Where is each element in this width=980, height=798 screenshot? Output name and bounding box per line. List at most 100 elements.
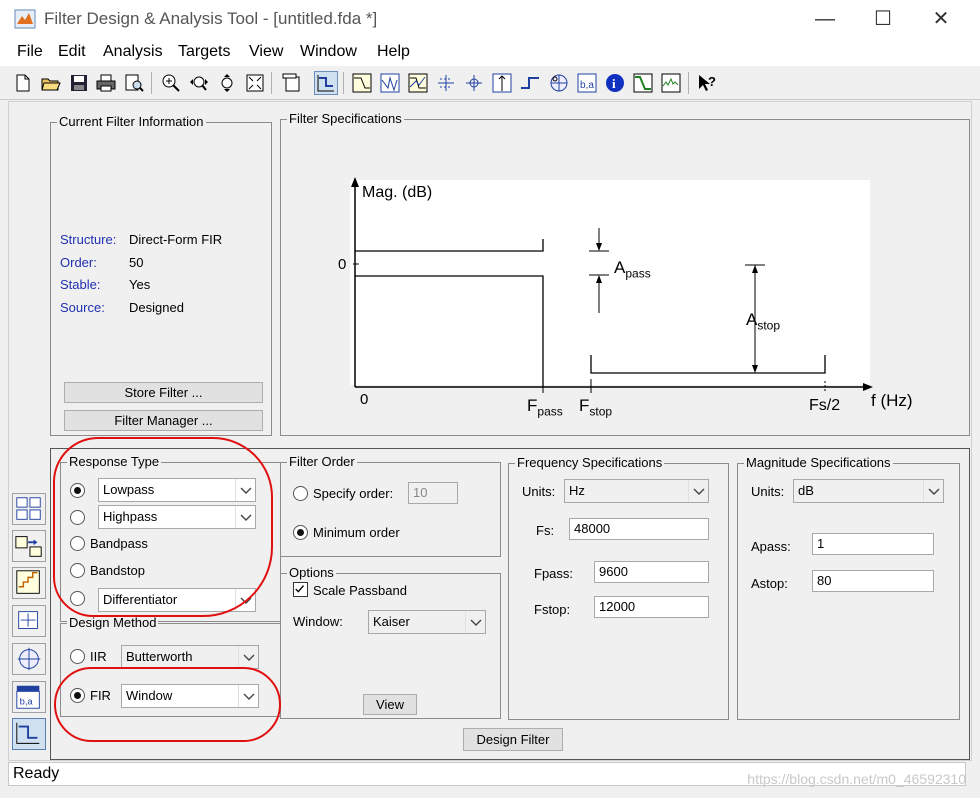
specify-order-radio[interactable] [293,486,308,501]
fpass-field-label: Fpass: [534,566,574,581]
freq-units-dropdown[interactable]: Hz [564,479,709,503]
freq-units-label: Units: [522,484,556,499]
minimum-order-radio[interactable] [293,525,308,540]
menu-edit[interactable]: Edit [58,43,86,61]
import-filter-icon[interactable]: b,a [12,681,46,713]
open-icon[interactable] [40,72,62,94]
realize-model-icon[interactable] [12,605,46,637]
close-button[interactable]: ✕ [912,2,970,36]
annotation-circle-fir-method [54,667,281,742]
zoom-x-icon[interactable] [188,72,210,94]
filter-order-title: Filter Order [287,454,357,469]
specify-order-input[interactable]: 10 [408,482,458,504]
pole-zero-icon[interactable] [548,72,570,94]
filter-spec-icon[interactable] [314,71,338,95]
window-type-dropdown[interactable]: Kaiser [368,610,486,634]
order-value: 50 [129,255,144,270]
structure-label: Structure: [60,232,117,247]
window-label: Window: [293,614,343,629]
fstop-input[interactable]: 12000 [594,596,709,618]
filter-specifications-title: Filter Specifications [287,111,404,126]
apass-field-label: Apass: [751,539,791,554]
zoom-y-icon[interactable] [216,72,238,94]
design-filter-panel-icon[interactable] [12,493,46,525]
new-figure-icon[interactable] [280,72,302,94]
round-off-noise-icon[interactable] [660,72,682,94]
minimize-button[interactable]: — [796,2,854,36]
scale-passband-checkbox[interactable] [293,582,308,597]
menu-view[interactable]: View [249,43,283,61]
magnitude-estimate-icon[interactable] [632,72,654,94]
scale-passband-label: Scale Passband [313,583,407,598]
current-filter-info-panel: Current Filter Information Structure: Di… [50,114,272,436]
magnitude-response-icon[interactable] [351,72,373,94]
y-zero-label: 0 [338,256,347,273]
fpass-label: Fpass [527,396,563,419]
fs-input[interactable]: 48000 [569,518,709,540]
pole-zero-editor-icon[interactable] [12,643,46,675]
phase-delay-icon[interactable] [463,72,485,94]
store-filter-button[interactable]: Store Filter ... [64,382,263,403]
title-bar: Filter Design & Analysis Tool - [untitle… [0,0,980,38]
svg-text:i: i [612,76,616,91]
info-icon[interactable]: i [604,72,626,94]
watermark-text: https://blog.csdn.net/m0_46592310 [747,771,966,787]
fs-half-label: Fs/2 [809,397,841,414]
menu-window[interactable]: Window [300,43,357,61]
filter-design-mode-icon[interactable] [12,718,46,750]
filter-order-panel: Filter Order Specify order: 10 Minimum o… [280,454,501,557]
menu-file[interactable]: File [17,43,43,61]
whats-this-icon[interactable]: ? [696,72,718,94]
maximize-button[interactable]: ☐ [854,2,912,36]
iir-method-value: Butterworth [126,649,193,664]
filter-specifications-panel: Filter Specifications Mag. (dB) 0 0 f (H… [280,111,970,436]
menu-help[interactable]: Help [377,43,410,61]
menu-bar: File Edit Analysis Targets View Window H… [0,38,980,66]
magnitude-phase-icon[interactable] [407,72,429,94]
save-icon[interactable] [68,72,90,94]
freq-units-value: Hz [569,483,585,498]
status-text: Ready [13,765,60,782]
group-delay-icon[interactable] [435,72,457,94]
view-window-button[interactable]: View [363,694,417,715]
window-type-value: Kaiser [373,614,410,629]
x-zero-label: 0 [360,391,369,408]
mag-units-value: dB [798,483,814,498]
astop-diagram-label: Astop [746,310,781,333]
svg-text:b,a: b,a [20,697,34,707]
magnitude-specifications-title: Magnitude Specifications [744,455,893,470]
menu-targets[interactable]: Targets [178,43,230,61]
step-response-icon[interactable] [519,72,541,94]
mag-db-axis-label: Mag. (dB) [362,184,433,201]
iir-method-dropdown[interactable]: Butterworth [121,645,259,669]
apass-diagram-label: Apass [614,258,651,281]
chevron-down-icon [688,480,708,502]
matlab-app-icon [14,9,36,29]
quantization-icon[interactable] [12,567,46,599]
iir-radio[interactable] [70,649,85,664]
iir-label: IIR [90,649,107,664]
fpass-input[interactable]: 9600 [594,561,709,583]
coefficients-icon[interactable]: b,a [576,72,598,94]
options-panel: Options Scale Passband Window: Kaiser Vi… [280,565,501,719]
fstop-label: Fstop [579,396,613,419]
new-icon[interactable] [12,72,34,94]
mag-units-dropdown[interactable]: dB [793,479,944,503]
astop-input[interactable]: 80 [812,570,934,592]
full-view-icon[interactable] [244,72,266,94]
f-hz-axis-label: f (Hz) [871,391,913,410]
impulse-response-icon[interactable] [491,72,513,94]
transform-filter-icon[interactable] [12,530,46,562]
menu-analysis[interactable]: Analysis [103,43,163,61]
filter-manager-button[interactable]: Filter Manager ... [64,410,263,431]
zoom-in-icon[interactable] [160,72,182,94]
chevron-down-icon [923,480,943,502]
print-preview-icon[interactable] [123,72,145,94]
chevron-down-icon [465,611,485,633]
design-filter-button[interactable]: Design Filter [463,728,563,751]
apass-input[interactable]: 1 [812,533,934,555]
chevron-down-icon [238,646,258,668]
fstop-field-label: Fstop: [534,602,571,617]
phase-response-icon[interactable] [379,72,401,94]
print-icon[interactable] [95,72,117,94]
